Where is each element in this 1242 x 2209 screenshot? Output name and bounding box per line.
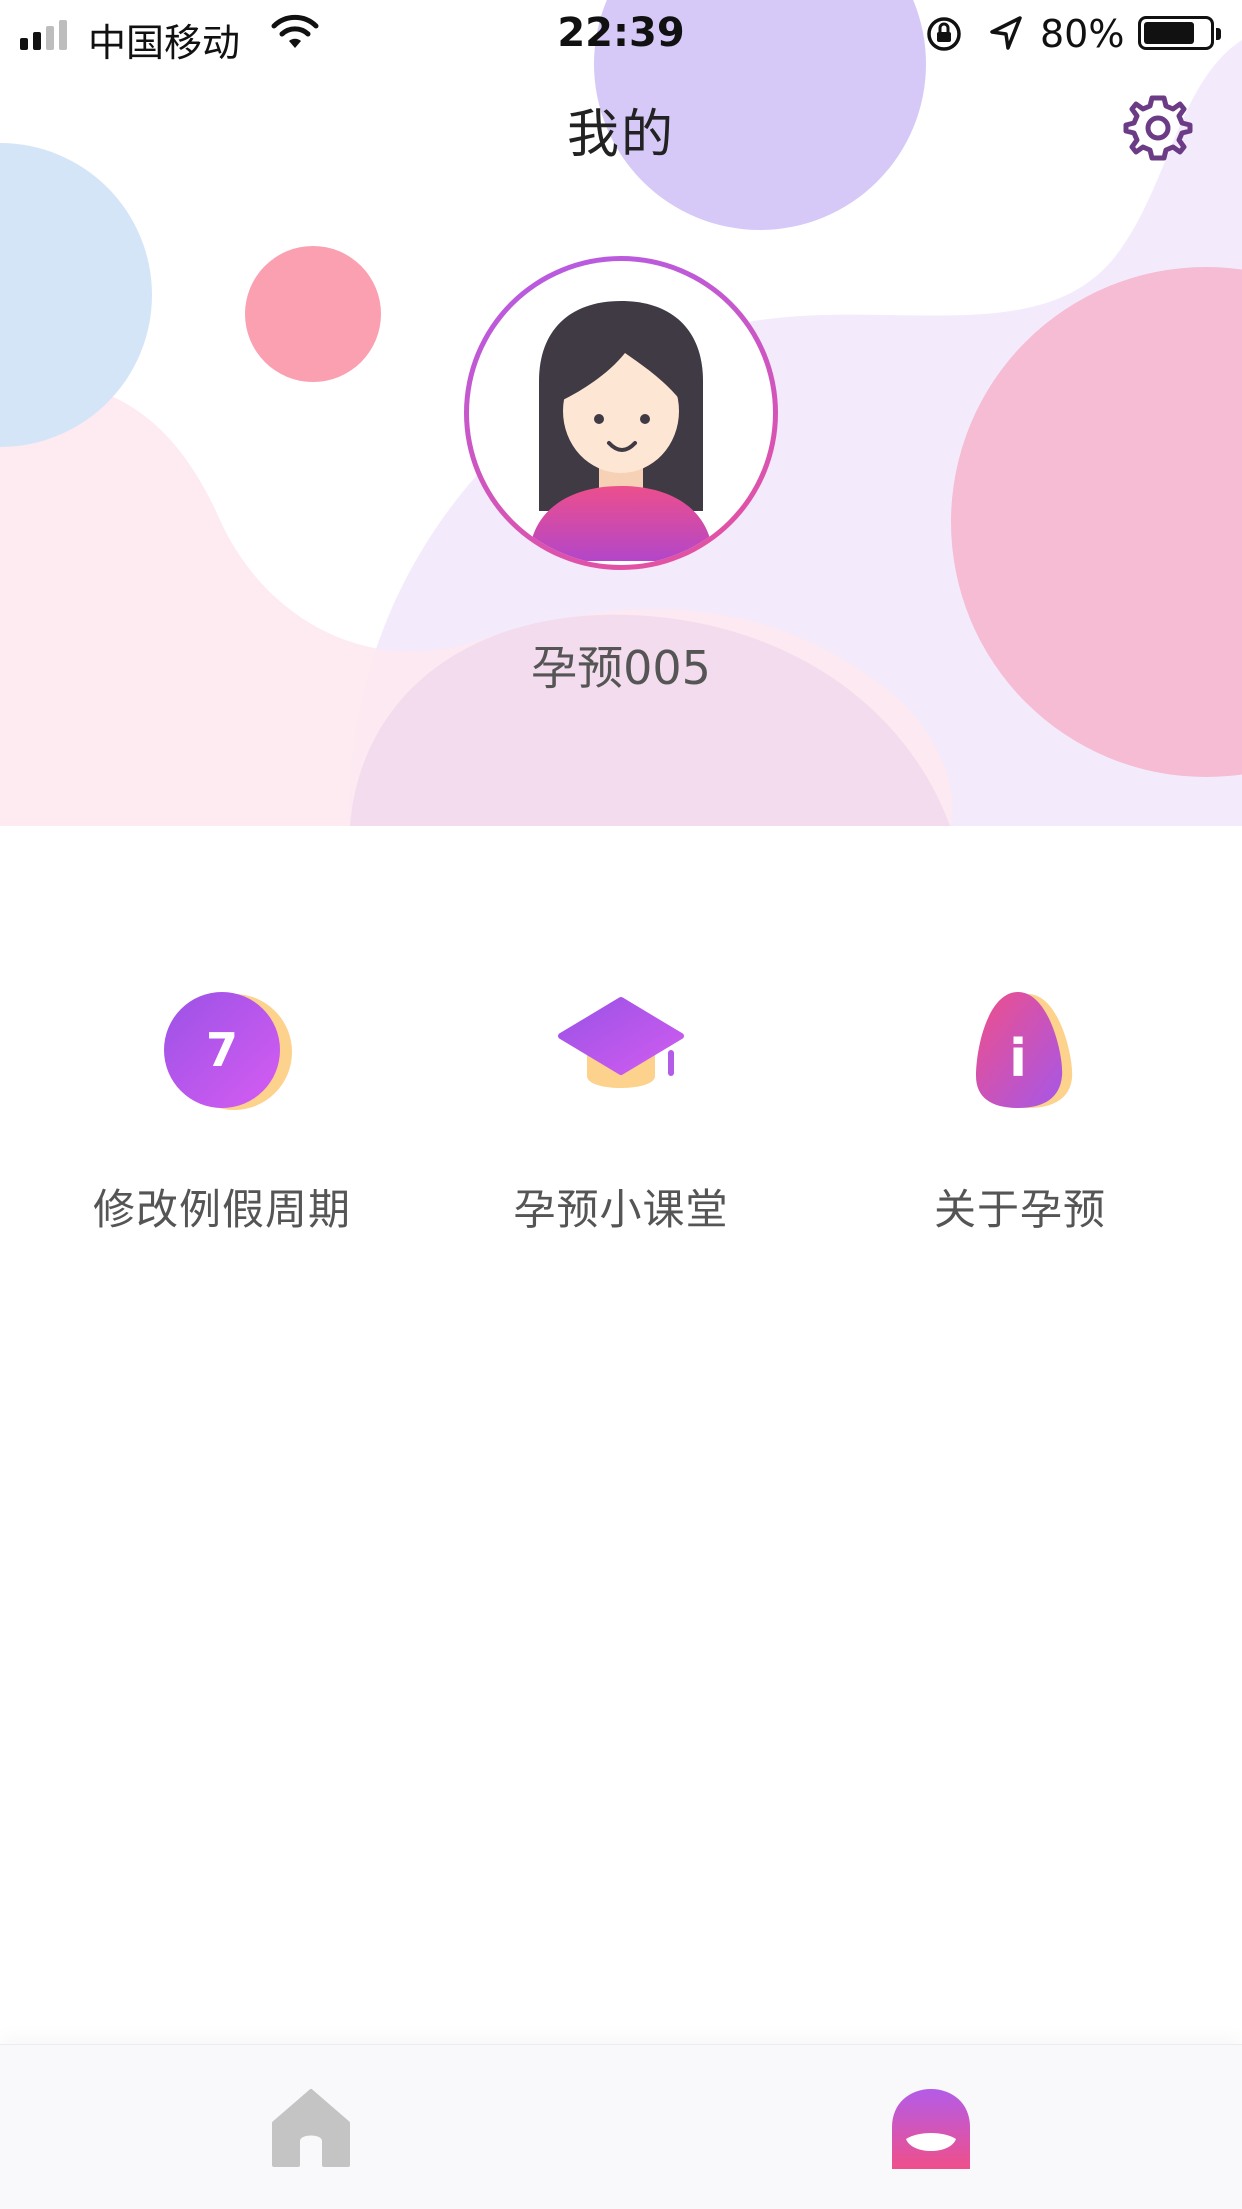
username: 孕预005 xyxy=(531,641,711,695)
tab-profile[interactable] xyxy=(886,2085,976,2175)
home-icon xyxy=(272,2089,350,2167)
calendar-number: 7 xyxy=(206,1023,238,1077)
tab-bar xyxy=(0,2044,1242,2209)
page-title: 我的 xyxy=(566,105,675,165)
settings-button[interactable] xyxy=(1122,92,1194,164)
tab-home[interactable] xyxy=(266,2085,356,2175)
gear-icon xyxy=(1123,95,1193,161)
menu-item-label: 孕预小课堂 xyxy=(513,1185,729,1234)
info-letter: i xyxy=(1009,1029,1027,1089)
calendar-seven-icon: 7 xyxy=(152,980,292,1120)
menu-item-classroom[interactable]: 孕预小课堂 xyxy=(441,980,801,1237)
graduation-cap-icon xyxy=(551,980,691,1120)
location-icon xyxy=(990,16,1022,50)
battery-percent: 80% xyxy=(1040,12,1125,56)
info-icon: i xyxy=(950,980,1090,1120)
menu-item-label: 修改例假周期 xyxy=(92,1185,351,1234)
girl-avatar-icon xyxy=(529,301,713,561)
avatar-image xyxy=(469,261,773,565)
status-bar: 中国移动 22:39 80% xyxy=(0,0,1242,65)
menu-item-label: 关于孕预 xyxy=(933,1185,1106,1234)
menu-item-cycle[interactable]: 7 修改例假周期 xyxy=(42,980,402,1237)
orientation-lock-icon xyxy=(927,17,961,51)
battery-icon xyxy=(1138,16,1221,50)
avatar[interactable] xyxy=(464,256,778,570)
menu-item-about[interactable]: i 关于孕预 xyxy=(840,980,1200,1237)
profile-icon xyxy=(892,2089,970,2169)
